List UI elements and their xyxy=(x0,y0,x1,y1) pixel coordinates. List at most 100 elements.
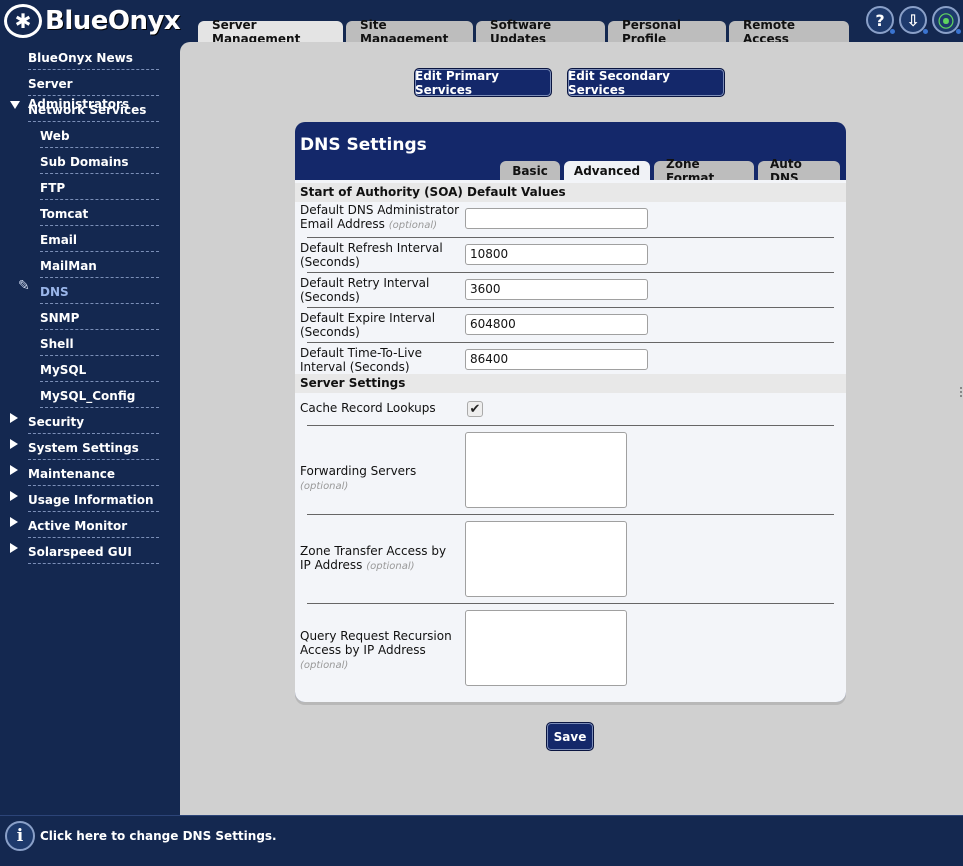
edit-secondary-services-button[interactable]: Edit Secondary Services xyxy=(567,68,725,97)
retry-interval-field[interactable]: 3600 xyxy=(465,279,648,300)
collapsed-arrow-icon xyxy=(10,543,18,553)
panel-title: DNS Settings xyxy=(300,135,427,155)
optional-tag: (optional) xyxy=(388,220,438,231)
sidebar-item-maintenance[interactable]: Maintenance xyxy=(10,462,159,488)
header: ✱ BlueOnyx Server Management Site Manage… xyxy=(0,0,963,46)
divider xyxy=(307,237,834,238)
forwarding-servers-label-text: Forwarding Servers xyxy=(300,464,417,478)
sidebar-item-label: Security xyxy=(28,412,159,434)
sidebar-item-label: Email xyxy=(40,230,159,252)
form-body: Start of Authority (SOA) Default Values … xyxy=(295,180,846,702)
sidebar-item-ftp[interactable]: FTP xyxy=(40,176,159,202)
sidebar-item-system-settings[interactable]: System Settings xyxy=(10,436,159,462)
logo-text: BlueOnyx xyxy=(45,6,181,36)
expire-interval-label: Default Expire Interval (Seconds) xyxy=(300,311,436,339)
logo-mark-icon: ✱ xyxy=(4,4,42,38)
sidebar-item-mysql-config[interactable]: MySQL_Config xyxy=(40,384,159,410)
tab-basic[interactable]: Basic xyxy=(500,161,560,180)
tab-software-updates[interactable]: Software Updates xyxy=(476,18,605,46)
server-settings-header: Server Settings xyxy=(295,374,846,393)
tab-auto-dns[interactable]: Auto DNS xyxy=(758,157,840,185)
sidebar: BlueOnyx News Server Administrators Netw… xyxy=(0,42,180,815)
resize-handle[interactable] xyxy=(960,387,962,397)
collapsed-arrow-icon xyxy=(10,413,18,423)
sidebar-item-label: Tomcat xyxy=(40,204,159,226)
sidebar-item-mailman[interactable]: MailMan xyxy=(40,254,159,280)
sidebar-item-label: MySQL xyxy=(40,360,159,382)
recursion-access-label: Query Request Recursion Access by IP Add… xyxy=(300,629,460,673)
panel-tabs: Basic Advanced Zone Format Auto DNS xyxy=(500,157,844,185)
admin-email-label: Default DNS Administrator Email Address … xyxy=(300,203,460,233)
monitor-icon[interactable]: ⦿ xyxy=(932,6,961,34)
download-icon[interactable]: ⇩ xyxy=(899,6,928,34)
recursion-access-label-text: Query Request Recursion Access by IP Add… xyxy=(300,629,452,657)
sidebar-item-label: SNMP xyxy=(40,308,159,330)
sidebar-item-network-services[interactable]: Network Services xyxy=(10,98,159,124)
cache-lookups-label: Cache Record Lookups xyxy=(300,401,436,415)
sidebar-item-server-administrators[interactable]: Server Administrators xyxy=(28,72,159,111)
tab-advanced[interactable]: Advanced xyxy=(564,161,650,180)
sidebar-item-sub-domains[interactable]: Sub Domains xyxy=(40,150,159,176)
dns-settings-panel: DNS Settings Basic Advanced Zone Format … xyxy=(295,122,846,705)
sidebar-item-label: Usage Information xyxy=(28,490,159,512)
edit-primary-services-button[interactable]: Edit Primary Services xyxy=(414,68,552,97)
ttl-interval-label: Default Time-To-Live Interval (Seconds) xyxy=(300,346,422,374)
sidebar-item-security[interactable]: Security xyxy=(10,410,159,436)
ttl-interval-field[interactable]: 86400 xyxy=(465,349,648,370)
tab-site-management[interactable]: Site Management xyxy=(346,18,473,46)
refresh-interval-label: Default Refresh Interval (Seconds) xyxy=(300,241,443,269)
pencil-icon: ✎ xyxy=(18,278,30,294)
sidebar-item-email[interactable]: Email xyxy=(40,228,159,254)
sidebar-item-solarspeed-gui[interactable]: Solarspeed GUI xyxy=(10,540,159,566)
tab-personal-profile[interactable]: Personal Profile xyxy=(608,18,726,46)
collapsed-arrow-icon xyxy=(10,439,18,449)
expire-interval-field[interactable]: 604800 xyxy=(465,314,648,335)
sidebar-item-tomcat[interactable]: Tomcat xyxy=(40,202,159,228)
divider xyxy=(307,307,834,308)
divider xyxy=(307,514,834,515)
tab-server-management[interactable]: Server Management xyxy=(198,18,343,46)
tab-remote-access[interactable]: Remote Access xyxy=(729,18,849,46)
sidebar-item-label: Active Monitor xyxy=(28,516,159,538)
header-icons: ? ⇩ ⦿ xyxy=(861,6,961,34)
optional-tag: (optional) xyxy=(300,660,349,671)
zone-transfer-textarea[interactable] xyxy=(465,521,627,597)
soa-section-header: Start of Authority (SOA) Default Values xyxy=(295,183,846,202)
sidebar-item-label: Maintenance xyxy=(28,464,159,486)
blueonyx-logo[interactable]: ✱ BlueOnyx xyxy=(4,3,181,39)
sidebar-item-label: FTP xyxy=(40,178,159,200)
refresh-interval-field[interactable]: 10800 xyxy=(465,244,648,265)
sidebar-item-label: System Settings xyxy=(28,438,159,460)
help-icon[interactable]: ? xyxy=(866,6,895,34)
sidebar-item-shell[interactable]: Shell xyxy=(40,332,159,358)
retry-interval-label: Default Retry Interval (Seconds) xyxy=(300,276,430,304)
optional-tag: (optional) xyxy=(366,561,415,572)
sidebar-item-label: MySQL_Config xyxy=(40,386,159,408)
footer[interactable]: i Click here to change DNS Settings. xyxy=(0,815,963,866)
dns-settings-panel-inner: DNS Settings Basic Advanced Zone Format … xyxy=(295,122,846,702)
collapsed-arrow-icon xyxy=(10,465,18,475)
sidebar-item-active-monitor[interactable]: Active Monitor xyxy=(10,514,159,540)
divider xyxy=(307,425,834,426)
zone-transfer-label: Zone Transfer Access by IP Address (opti… xyxy=(300,544,460,574)
admin-email-field[interactable] xyxy=(465,208,648,229)
forwarding-servers-textarea[interactable] xyxy=(465,432,627,508)
sidebar-item-dns[interactable]: ✎ DNS xyxy=(18,278,159,306)
divider xyxy=(307,603,834,604)
optional-tag: (optional) xyxy=(300,481,349,492)
sidebar-item-web[interactable]: Web xyxy=(40,124,159,150)
sidebar-item-blueonyx-news[interactable]: BlueOnyx News xyxy=(28,46,159,72)
save-button[interactable]: Save xyxy=(546,722,594,751)
sidebar-item-label: BlueOnyx News xyxy=(28,48,159,70)
recursion-access-textarea[interactable] xyxy=(465,610,627,686)
sidebar-item-label: Network Services xyxy=(28,100,159,122)
sidebar-item-snmp[interactable]: SNMP xyxy=(40,306,159,332)
sidebar-item-label: Web xyxy=(40,126,159,148)
cache-lookups-checkbox[interactable]: ✔ xyxy=(467,401,483,417)
forwarding-servers-label: Forwarding Servers (optional) xyxy=(300,464,460,494)
main-content: Edit Primary Services Edit Secondary Ser… xyxy=(180,42,963,815)
sidebar-item-mysql[interactable]: MySQL xyxy=(40,358,159,384)
tab-zone-format[interactable]: Zone Format xyxy=(654,157,754,185)
divider xyxy=(307,342,834,343)
sidebar-item-usage-information[interactable]: Usage Information xyxy=(10,488,159,514)
